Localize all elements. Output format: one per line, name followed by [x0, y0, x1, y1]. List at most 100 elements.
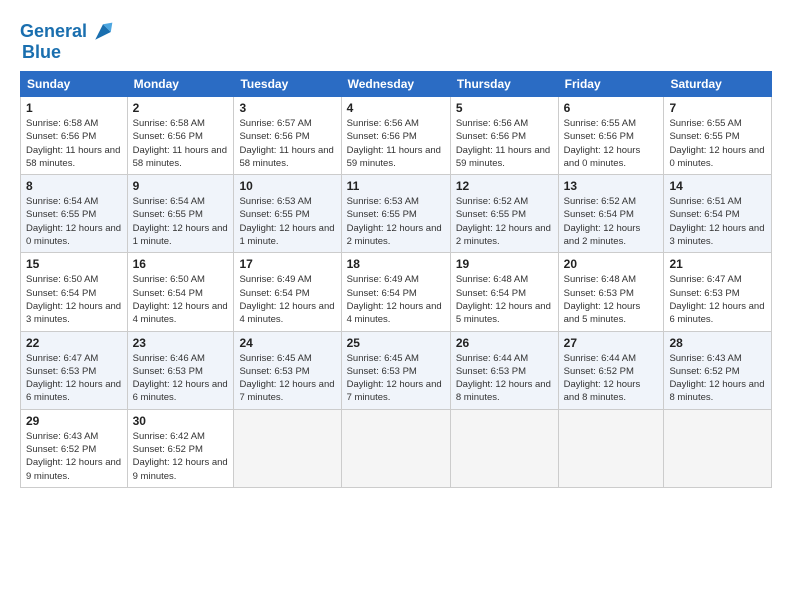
day-number: 25 — [347, 336, 445, 350]
calendar-cell — [234, 409, 341, 487]
weekday-header-monday: Monday — [127, 72, 234, 97]
day-info: Sunrise: 6:45 AMSunset: 6:53 PMDaylight:… — [347, 352, 445, 405]
day-info: Sunrise: 6:51 AMSunset: 6:54 PMDaylight:… — [669, 195, 766, 248]
day-info: Sunrise: 6:53 AMSunset: 6:55 PMDaylight:… — [347, 195, 445, 248]
calendar-table: SundayMondayTuesdayWednesdayThursdayFrid… — [20, 71, 772, 488]
weekday-header-tuesday: Tuesday — [234, 72, 341, 97]
day-number: 27 — [564, 336, 659, 350]
day-info: Sunrise: 6:49 AMSunset: 6:54 PMDaylight:… — [239, 273, 335, 326]
day-info: Sunrise: 6:58 AMSunset: 6:56 PMDaylight:… — [133, 117, 229, 170]
day-info: Sunrise: 6:54 AMSunset: 6:55 PMDaylight:… — [26, 195, 122, 248]
day-info: Sunrise: 6:56 AMSunset: 6:56 PMDaylight:… — [347, 117, 445, 170]
day-info: Sunrise: 6:50 AMSunset: 6:54 PMDaylight:… — [133, 273, 229, 326]
calendar-cell — [450, 409, 558, 487]
calendar-cell: 2Sunrise: 6:58 AMSunset: 6:56 PMDaylight… — [127, 97, 234, 175]
day-info: Sunrise: 6:48 AMSunset: 6:53 PMDaylight:… — [564, 273, 659, 326]
day-info: Sunrise: 6:42 AMSunset: 6:52 PMDaylight:… — [133, 430, 229, 483]
day-info: Sunrise: 6:46 AMSunset: 6:53 PMDaylight:… — [133, 352, 229, 405]
day-number: 18 — [347, 257, 445, 271]
day-number: 13 — [564, 179, 659, 193]
day-number: 11 — [347, 179, 445, 193]
logo-blue: Blue — [22, 42, 61, 63]
day-number: 21 — [669, 257, 766, 271]
day-number: 12 — [456, 179, 553, 193]
logo-icon — [89, 18, 117, 46]
calendar-cell: 1 Sunrise: 6:58 AMSunset: 6:56 PMDaylight… — [21, 97, 128, 175]
day-info: Sunrise: 6:55 AMSunset: 6:55 PMDaylight:… — [669, 117, 766, 170]
day-info: Sunrise: 6:50 AMSunset: 6:54 PMDaylight:… — [26, 273, 122, 326]
calendar-cell: 25 Sunrise: 6:45 AMSunset: 6:53 PMDayligh… — [341, 331, 450, 409]
calendar-cell — [558, 409, 664, 487]
day-info: Sunrise: 6:44 AMSunset: 6:53 PMDaylight:… — [456, 352, 553, 405]
calendar-cell: 4 Sunrise: 6:56 AMSunset: 6:56 PMDaylight… — [341, 97, 450, 175]
day-number: 30 — [133, 414, 229, 428]
weekday-header-wednesday: Wednesday — [341, 72, 450, 97]
day-number: 22 — [26, 336, 122, 350]
week-row-5: 29 Sunrise: 6:43 AMSunset: 6:52 PMDayligh… — [21, 409, 772, 487]
day-number: 8 — [26, 179, 122, 193]
calendar-cell: 10 Sunrise: 6:53 AMSunset: 6:55 PMDayligh… — [234, 175, 341, 253]
day-info: Sunrise: 6:52 AMSunset: 6:54 PMDaylight:… — [564, 195, 659, 248]
calendar-cell: 19 Sunrise: 6:48 AMSunset: 6:54 PMDayligh… — [450, 253, 558, 331]
day-info: Sunrise: 6:54 AMSunset: 6:55 PMDaylight:… — [133, 195, 229, 248]
calendar-cell: 26 Sunrise: 6:44 AMSunset: 6:53 PMDayligh… — [450, 331, 558, 409]
day-number: 14 — [669, 179, 766, 193]
calendar-cell: 17 Sunrise: 6:49 AMSunset: 6:54 PMDayligh… — [234, 253, 341, 331]
weekday-header-thursday: Thursday — [450, 72, 558, 97]
day-info: Sunrise: 6:43 AMSunset: 6:52 PMDaylight:… — [26, 430, 122, 483]
weekday-header-row: SundayMondayTuesdayWednesdayThursdayFrid… — [21, 72, 772, 97]
calendar-cell: 22Sunrise: 6:47 AMSunset: 6:53 PMDayligh… — [21, 331, 128, 409]
day-number: 17 — [239, 257, 335, 271]
weekday-header-friday: Friday — [558, 72, 664, 97]
day-info: Sunrise: 6:49 AMSunset: 6:54 PMDaylight:… — [347, 273, 445, 326]
header: General Blue — [20, 18, 772, 63]
day-number: 4 — [347, 101, 445, 115]
day-number: 19 — [456, 257, 553, 271]
day-number: 29 — [26, 414, 122, 428]
weekday-header-saturday: Saturday — [664, 72, 772, 97]
day-number: 10 — [239, 179, 335, 193]
page: General Blue SundayMondayTuesdayWednesda… — [0, 0, 792, 612]
day-info: Sunrise: 6:53 AMSunset: 6:55 PMDaylight:… — [239, 195, 335, 248]
day-info: Sunrise: 6:48 AMSunset: 6:54 PMDaylight:… — [456, 273, 553, 326]
week-row-3: 15 Sunrise: 6:50 AMSunset: 6:54 PMDayligh… — [21, 253, 772, 331]
day-info: Sunrise: 6:58 AMSunset: 6:56 PMDaylight:… — [26, 117, 122, 170]
calendar-cell: 28Sunrise: 6:43 AMSunset: 6:52 PMDayligh… — [664, 331, 772, 409]
day-number: 16 — [133, 257, 229, 271]
day-number: 3 — [239, 101, 335, 115]
calendar-cell: 11 Sunrise: 6:53 AMSunset: 6:55 PMDayligh… — [341, 175, 450, 253]
calendar-cell: 16 Sunrise: 6:50 AMSunset: 6:54 PMDayligh… — [127, 253, 234, 331]
calendar-cell: 15 Sunrise: 6:50 AMSunset: 6:54 PMDayligh… — [21, 253, 128, 331]
day-number: 6 — [564, 101, 659, 115]
calendar-cell: 7 Sunrise: 6:55 AMSunset: 6:55 PMDaylight… — [664, 97, 772, 175]
day-number: 15 — [26, 257, 122, 271]
calendar-cell: 14 Sunrise: 6:51 AMSunset: 6:54 PMDayligh… — [664, 175, 772, 253]
calendar-cell: 18 Sunrise: 6:49 AMSunset: 6:54 PMDayligh… — [341, 253, 450, 331]
calendar-cell — [341, 409, 450, 487]
week-row-2: 8 Sunrise: 6:54 AMSunset: 6:55 PMDaylight… — [21, 175, 772, 253]
day-number: 26 — [456, 336, 553, 350]
weekday-header-sunday: Sunday — [21, 72, 128, 97]
day-info: Sunrise: 6:44 AMSunset: 6:52 PMDaylight:… — [564, 352, 659, 405]
calendar-cell: 3 Sunrise: 6:57 AMSunset: 6:56 PMDaylight… — [234, 97, 341, 175]
day-info: Sunrise: 6:45 AMSunset: 6:53 PMDaylight:… — [239, 352, 335, 405]
calendar-cell: 9Sunrise: 6:54 AMSunset: 6:55 PMDaylight… — [127, 175, 234, 253]
calendar-cell: 30 Sunrise: 6:42 AMSunset: 6:52 PMDayligh… — [127, 409, 234, 487]
calendar-cell: 8 Sunrise: 6:54 AMSunset: 6:55 PMDaylight… — [21, 175, 128, 253]
calendar-cell: 27 Sunrise: 6:44 AMSunset: 6:52 PMDayligh… — [558, 331, 664, 409]
day-info: Sunrise: 6:56 AMSunset: 6:56 PMDaylight:… — [456, 117, 553, 170]
day-info: Sunrise: 6:47 AMSunset: 6:53 PMDaylight:… — [669, 273, 766, 326]
day-number: 1 — [26, 101, 122, 115]
week-row-1: 1 Sunrise: 6:58 AMSunset: 6:56 PMDaylight… — [21, 97, 772, 175]
day-number: 7 — [669, 101, 766, 115]
calendar-cell: 6 Sunrise: 6:55 AMSunset: 6:56 PMDaylight… — [558, 97, 664, 175]
calendar-cell: 24Sunrise: 6:45 AMSunset: 6:53 PMDayligh… — [234, 331, 341, 409]
calendar-cell: 13 Sunrise: 6:52 AMSunset: 6:54 PMDayligh… — [558, 175, 664, 253]
week-row-4: 22Sunrise: 6:47 AMSunset: 6:53 PMDayligh… — [21, 331, 772, 409]
calendar-cell: 12Sunrise: 6:52 AMSunset: 6:55 PMDayligh… — [450, 175, 558, 253]
day-info: Sunrise: 6:55 AMSunset: 6:56 PMDaylight:… — [564, 117, 659, 170]
calendar-cell — [664, 409, 772, 487]
day-number: 23 — [133, 336, 229, 350]
day-info: Sunrise: 6:57 AMSunset: 6:56 PMDaylight:… — [239, 117, 335, 170]
calendar-cell: 23 Sunrise: 6:46 AMSunset: 6:53 PMDayligh… — [127, 331, 234, 409]
